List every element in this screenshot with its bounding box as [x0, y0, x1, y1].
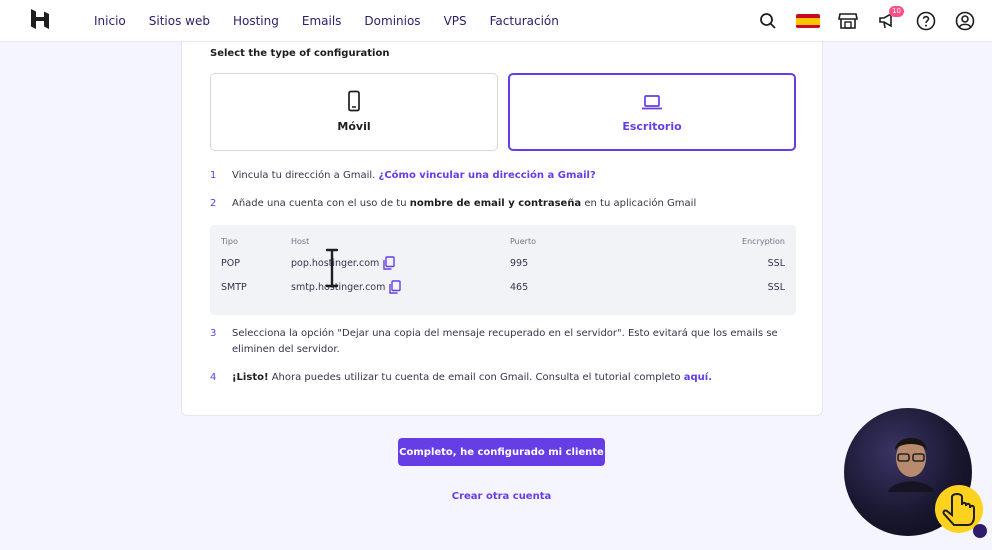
option-movil-label: Móvil	[337, 120, 371, 133]
complete-configured-button[interactable]: Completo, he configurado mi cliente	[398, 438, 605, 466]
main-nav-links: Inicio Sitios web Hosting Emails Dominio…	[94, 0, 582, 42]
config-section-title: Select the type of configuration	[210, 48, 390, 59]
table-header-encryption: Encryption	[742, 237, 785, 246]
step-4: 4 ¡Listo! Ahora puedes utilizar tu cuent…	[210, 370, 800, 386]
row-smtp-type: SMTP	[221, 282, 247, 293]
nav-actions: 10	[740, 0, 976, 42]
nav-link-facturacion[interactable]: Facturación	[490, 14, 559, 28]
create-another-account-link[interactable]: Crear otra cuenta	[0, 491, 992, 502]
step-2-text-post: en tu aplicación Gmail	[581, 198, 697, 209]
email-config-card: Select the type of configuration Móvil E…	[181, 42, 823, 416]
step-1-text: Vincula tu dirección a Gmail.	[232, 170, 379, 181]
tutorial-link[interactable]: aquí.	[684, 372, 712, 383]
nav-link-sitios-web[interactable]: Sitios web	[149, 14, 210, 28]
step-4-text: Ahora puedes utilizar tu cuenta de email…	[268, 372, 684, 383]
step-3: 3 Selecciona la opción "Dejar una copia …	[210, 326, 800, 358]
account-icon[interactable]	[954, 10, 976, 32]
nav-link-vps[interactable]: VPS	[444, 14, 467, 28]
row-smtp-port: 465	[510, 282, 529, 293]
nav-link-dominios[interactable]: Dominios	[364, 14, 420, 28]
step-number: 2	[210, 198, 217, 209]
presenter-video-icon	[888, 438, 934, 492]
help-icon[interactable]	[915, 10, 937, 32]
step-number: 3	[210, 328, 217, 339]
copy-icon[interactable]	[388, 280, 402, 294]
hostinger-logo-icon[interactable]	[30, 8, 50, 30]
server-config-table: Tipo Host Puerto Encryption POP pop.host…	[210, 225, 796, 315]
step-number: 4	[210, 372, 217, 383]
smartphone-icon	[348, 90, 360, 112]
step-4-text-bold: ¡Listo!	[232, 372, 269, 383]
store-icon[interactable]	[837, 10, 859, 32]
top-nav: Inicio Sitios web Hosting Emails Dominio…	[0, 0, 992, 42]
gmail-link-help[interactable]: ¿Cómo vincular una dirección a Gmail?	[379, 170, 596, 181]
nav-link-emails[interactable]: Emails	[302, 14, 342, 28]
spain-flag-icon[interactable]	[796, 14, 820, 28]
row-pop-port: 995	[510, 258, 529, 269]
laptop-icon	[642, 95, 662, 110]
step-2-text-pre: Añade una cuenta con el uso de tu	[232, 198, 410, 209]
nav-link-inicio[interactable]: Inicio	[94, 14, 126, 28]
row-pop-type: POP	[221, 258, 240, 269]
option-escritorio-label: Escritorio	[622, 120, 682, 133]
table-header-host: Host	[291, 237, 310, 246]
copy-icon[interactable]	[382, 256, 396, 270]
megaphone-icon[interactable]: 10	[876, 6, 904, 32]
nav-link-hosting[interactable]: Hosting	[233, 14, 279, 28]
step-2: 2 Añade una cuenta con el uso de tu nomb…	[210, 196, 800, 212]
table-header-type: Tipo	[221, 237, 238, 246]
text-cursor-icon	[325, 248, 339, 288]
row-smtp-encryption: SSL	[767, 282, 785, 293]
pointing-hand-icon	[935, 485, 987, 538]
step-1: 1 Vincula tu dirección a Gmail. ¿Cómo vi…	[210, 168, 800, 184]
table-header-port: Puerto	[510, 237, 536, 246]
option-movil[interactable]: Móvil	[210, 73, 498, 151]
step-number: 1	[210, 170, 217, 181]
step-2-text-bold: nombre de email y contraseña	[409, 198, 582, 209]
row-pop-encryption: SSL	[767, 258, 785, 269]
step-3-text: Selecciona la opción "Dejar una copia de…	[232, 328, 778, 355]
notifications-badge: 10	[889, 6, 904, 17]
option-escritorio[interactable]: Escritorio	[508, 73, 796, 151]
search-icon[interactable]	[757, 10, 779, 32]
